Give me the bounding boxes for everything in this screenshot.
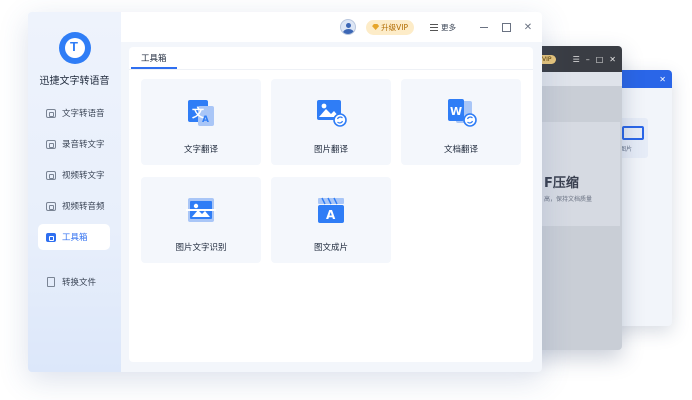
video-to-text-icon (46, 170, 56, 180)
tool-card-text-translate[interactable]: 文 A 文字翻译 (141, 79, 261, 165)
maximize-icon: □ (595, 54, 604, 64)
video-to-audio-icon (46, 201, 56, 211)
background-window-1-content: F压缩 高，保持文档质量 (530, 86, 622, 350)
diamond-icon (372, 24, 380, 30)
text-to-speech-icon (46, 108, 56, 118)
svg-text:A: A (202, 115, 209, 125)
upgrade-vip-label: 升级VIP (381, 22, 408, 32)
sidebar: 迅捷文字转语音 文字转语音 录音转文字 视频转文字 视频转音频 (28, 12, 121, 372)
sidebar-item-audio-to-text[interactable]: 录音转文字 (38, 131, 110, 157)
tool-card-image-translate[interactable]: 图片翻译 (271, 79, 391, 165)
tool-card-label: 文字翻译 (183, 145, 218, 155)
tool-card-label: 图文成片 (313, 243, 348, 253)
sidebar-item-label: 视频转文字 (62, 171, 105, 181)
tool-card-label: 文档翻译 (443, 145, 478, 155)
minimize-icon: – (585, 54, 590, 64)
main-window: 迅捷文字转语音 文字转语音 录音转文字 视频转文字 视频转音频 (28, 12, 542, 372)
tab-divider (129, 69, 533, 70)
sidebar-item-label: 转换文件 (62, 278, 97, 288)
sidebar-item-text-to-speech[interactable]: 文字转语音 (38, 100, 110, 126)
tool-card-image-ocr[interactable]: 图片文字识别 (141, 177, 261, 263)
sidebar-item-converted-files[interactable]: 转换文件 (38, 269, 110, 295)
menu-icon (430, 23, 438, 31)
image-translate-icon (317, 100, 347, 127)
close-icon: ✕ (523, 21, 533, 33)
tool-card-label: 图片翻译 (313, 145, 348, 155)
image-icon (622, 126, 644, 140)
tool-card-image-text-to-video[interactable]: A 图文成片 (271, 177, 391, 263)
image-ocr-icon (186, 198, 216, 222)
more-label: 更多 (441, 22, 456, 32)
tool-card-label: 图片文字识别 (175, 243, 227, 253)
app-name: 迅捷文字转语音 (39, 76, 110, 87)
sidebar-item-label: 文字转语音 (62, 109, 105, 119)
close-icon: ✕ (609, 54, 616, 64)
text-translate-icon: 文 A (188, 100, 214, 126)
sidebar-item-video-to-audio[interactable]: 视频转音频 (38, 193, 110, 219)
close-button[interactable]: ✕ (522, 21, 534, 33)
sidebar-item-label: 工具箱 (62, 233, 88, 243)
desktop: ✕ 图片 VIP ☰ – □ ✕ F压缩 高，保持文档质量 迅捷文字转语音 (0, 0, 692, 400)
background-window-1-panel: F压缩 高，保持文档质量 (530, 122, 620, 226)
menu-icon: ☰ (572, 54, 580, 64)
app-logo-icon (59, 32, 91, 64)
minimize-button[interactable] (478, 21, 490, 33)
svg-text:A: A (326, 208, 336, 222)
toolbox-panel: 工具箱 文 A 文字翻译 图片翻译 W 文档翻译 图片文字识别 A 图文成片 (129, 47, 533, 362)
image-text-to-video-icon: A (318, 197, 344, 223)
avatar[interactable] (340, 19, 357, 35)
tab-toolbox[interactable]: 工具箱 (131, 49, 177, 69)
sidebar-item-toolbox[interactable]: 工具箱 (38, 224, 110, 250)
background-window-1-subtitle: 高，保持文档质量 (544, 196, 593, 203)
sidebar-item-label: 视频转音频 (62, 202, 105, 212)
maximize-button[interactable] (500, 21, 512, 33)
title-bar: 升级VIP 更多 ✕ (121, 12, 542, 42)
background-window-1-title: F压缩 (544, 176, 579, 191)
document-translate-icon: W (448, 99, 477, 127)
sidebar-nav: 文字转语音 录音转文字 视频转文字 视频转音频 工具箱 转换文件 (38, 100, 110, 300)
svg-text:W: W (450, 105, 462, 118)
audio-to-text-icon (46, 139, 56, 149)
more-menu-button[interactable]: 更多 (430, 22, 456, 33)
sidebar-item-label: 录音转文字 (62, 140, 105, 150)
file-icon (47, 277, 55, 287)
close-icon: ✕ (659, 74, 666, 84)
sidebar-separator (38, 255, 110, 269)
sidebar-item-video-to-text[interactable]: 视频转文字 (38, 162, 110, 188)
toolbox-icon (46, 232, 56, 242)
tool-card-document-translate[interactable]: W 文档翻译 (401, 79, 521, 165)
upgrade-vip-button[interactable]: 升级VIP (366, 19, 414, 35)
